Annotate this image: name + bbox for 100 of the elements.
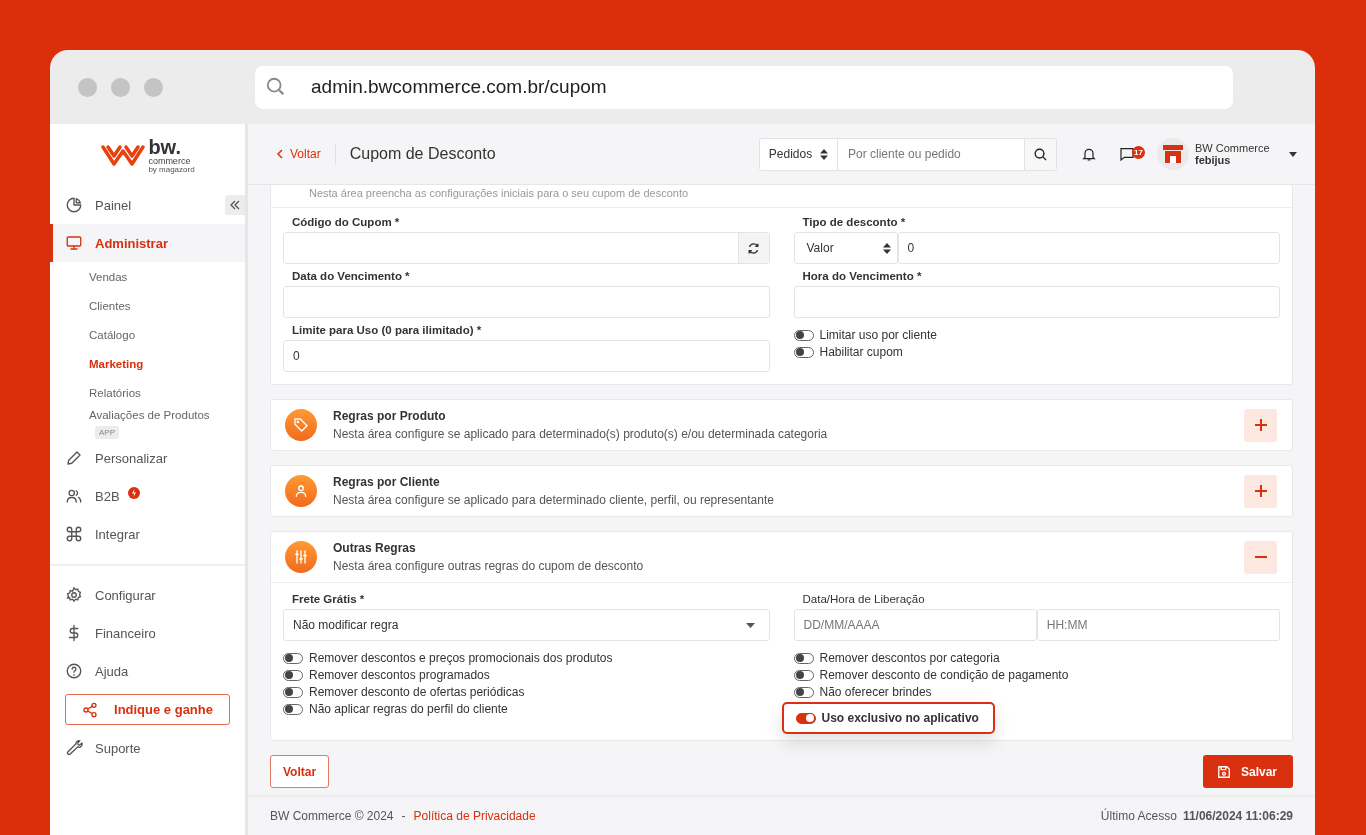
window-dot-icon[interactable] <box>78 77 97 97</box>
sidebar-item[interactable]: Configurar <box>50 576 245 614</box>
toggle-label: Não aplicar regras do perfil do cliente <box>309 702 508 716</box>
privacy-link[interactable]: Política de Privacidade <box>413 809 536 823</box>
last-access-label: Último Acesso <box>1100 809 1177 823</box>
bell-icon[interactable] <box>1081 146 1097 162</box>
coupon-code-field[interactable] <box>283 232 770 264</box>
toggle-label: Remover desconto de condição de pagamento <box>819 668 1069 682</box>
double-chevron-icon <box>230 200 240 210</box>
sidebar-item[interactable]: Suporte <box>50 729 245 767</box>
sliders-icon <box>293 549 309 565</box>
submenu-item[interactable]: Relatórios <box>50 378 245 407</box>
tag-icon <box>293 417 309 433</box>
toggle-switch[interactable] <box>283 669 303 681</box>
toggle-label: Não oferecer brindes <box>819 685 932 699</box>
search-icon <box>1033 146 1048 162</box>
submenu-item[interactable]: Vendas <box>50 262 245 291</box>
sidebar-item[interactable]: Administrar <box>50 224 245 262</box>
toggle-switch[interactable] <box>283 703 303 715</box>
wrench-icon <box>65 739 83 757</box>
collapse-button[interactable] <box>1244 540 1277 574</box>
field-label: Hora do Vencimento * <box>801 270 923 284</box>
toggle-switch[interactable] <box>283 686 303 698</box>
search-field[interactable]: Por cliente ou pedido <box>838 137 1024 171</box>
section-description: Nesta área preencha as configurações iniciais para o seu cupom de desconto <box>271 185 1292 208</box>
copyright-text: BW Commerce © 2024 <box>270 809 394 823</box>
toggle-label: Remover desconto de ofertas periódicas <box>309 685 525 699</box>
free-shipping-select[interactable]: Não modificar regra <box>283 609 770 641</box>
expiry-date-field[interactable] <box>283 286 770 318</box>
logo-name: bw. <box>148 136 182 157</box>
search-button[interactable] <box>1024 137 1057 171</box>
usage-limit-field[interactable]: 0 <box>283 340 770 372</box>
section-description: Nesta área configure outras regras do cupom de desconto <box>333 559 645 573</box>
discount-type-select[interactable]: Valor <box>793 232 898 264</box>
release-date-field[interactable]: DD/MM/AAAA <box>793 609 1037 641</box>
sidebar-item[interactable]: Financeiro <box>50 614 245 652</box>
menu-item-icon <box>65 196 83 214</box>
referral-button[interactable]: Indique e ganhe <box>65 694 230 725</box>
toggle-label: Remover descontos por categoria <box>819 651 1000 665</box>
toggle-switch[interactable] <box>793 329 814 341</box>
plus-icon <box>1253 484 1268 498</box>
window-dot-icon[interactable] <box>111 77 130 97</box>
address-bar[interactable]: admin.bwcommerce.com.br/cupom <box>255 65 1233 109</box>
save-button[interactable]: Salvar <box>1202 755 1293 788</box>
field-label: Código do Cupom * <box>291 216 401 230</box>
menu-item-icon <box>65 586 83 604</box>
back-button[interactable]: Voltar <box>270 755 330 788</box>
sidebar-item[interactable]: B2B <box>50 477 245 515</box>
section-title: Regras por Produto <box>333 409 447 423</box>
store-icon <box>1162 144 1184 164</box>
search-icon <box>265 76 287 98</box>
sidebar-item[interactable]: Painel <box>50 186 245 224</box>
toggle-switch[interactable] <box>795 712 816 724</box>
submenu-item[interactable]: Catálogo <box>50 320 245 349</box>
menu-item-icon <box>65 662 83 680</box>
window-dot-icon[interactable] <box>144 77 163 97</box>
expand-button[interactable] <box>1244 474 1277 508</box>
refresh-icon[interactable] <box>747 241 760 255</box>
section-description: Nesta área configure se aplicado para determinado(s) produto(s) e/ou determinada categoria <box>333 427 829 441</box>
chat-icon[interactable] <box>1119 146 1135 162</box>
submenu-item[interactable]: Clientes <box>50 291 245 320</box>
toggle-switch[interactable] <box>793 669 814 681</box>
back-link[interactable]: Voltar <box>276 147 321 161</box>
collapse-sidebar-button[interactable] <box>225 195 245 215</box>
search-scope-select[interactable]: Pedidos <box>759 137 838 171</box>
section-description: Nesta área configure se aplicado para determinado cliente, perfil, ou representante <box>333 493 775 507</box>
toggle-label: Remover descontos programados <box>309 668 490 682</box>
expand-button[interactable] <box>1244 408 1277 442</box>
toggle-switch[interactable] <box>793 686 814 698</box>
field-label: Tipo de desconto * <box>801 216 907 230</box>
user-icon <box>293 483 309 499</box>
sidebar-item[interactable]: Personalizar <box>50 439 245 477</box>
toggle-switch[interactable] <box>793 346 814 358</box>
app-badge: APP <box>95 426 119 439</box>
submenu-item[interactable]: Avaliações de Produtos APP <box>50 407 245 439</box>
toggle-switch[interactable] <box>793 652 814 664</box>
field-label: Frete Grátis * <box>291 593 366 607</box>
menu-item-icon <box>65 525 83 543</box>
sort-caret-icon <box>820 148 829 160</box>
sort-caret-icon <box>882 242 891 254</box>
caret-down-icon <box>745 622 755 628</box>
account-name: BW Commerce <box>1195 142 1271 154</box>
submenu-item[interactable]: Marketing <box>50 349 245 378</box>
chevron-left-icon <box>276 149 284 159</box>
plus-icon <box>1253 418 1268 432</box>
toggle-label: Limitar uso por cliente <box>819 328 937 342</box>
last-access-time: 11/06/2024 11:06:29 <box>1182 809 1293 823</box>
toggle-switch[interactable] <box>283 652 303 664</box>
logo-tagline: commerce <box>148 156 192 166</box>
sidebar-item[interactable]: Ajuda <box>50 652 245 690</box>
caret-down-icon[interactable] <box>1289 151 1297 157</box>
logo-icon <box>100 142 147 168</box>
page-title: Cupom de Desconto <box>349 145 497 163</box>
sidebar-item[interactable]: Integrar <box>50 515 245 553</box>
logo-byline: by magazord <box>148 165 195 174</box>
url-text: admin.bwcommerce.com.br/cupom <box>311 76 607 98</box>
discount-value-field[interactable]: 0 <box>897 232 1280 264</box>
menu-item-icon <box>65 234 83 252</box>
expiry-time-field[interactable] <box>793 286 1280 318</box>
release-time-field[interactable]: HH:MM <box>1036 609 1280 641</box>
